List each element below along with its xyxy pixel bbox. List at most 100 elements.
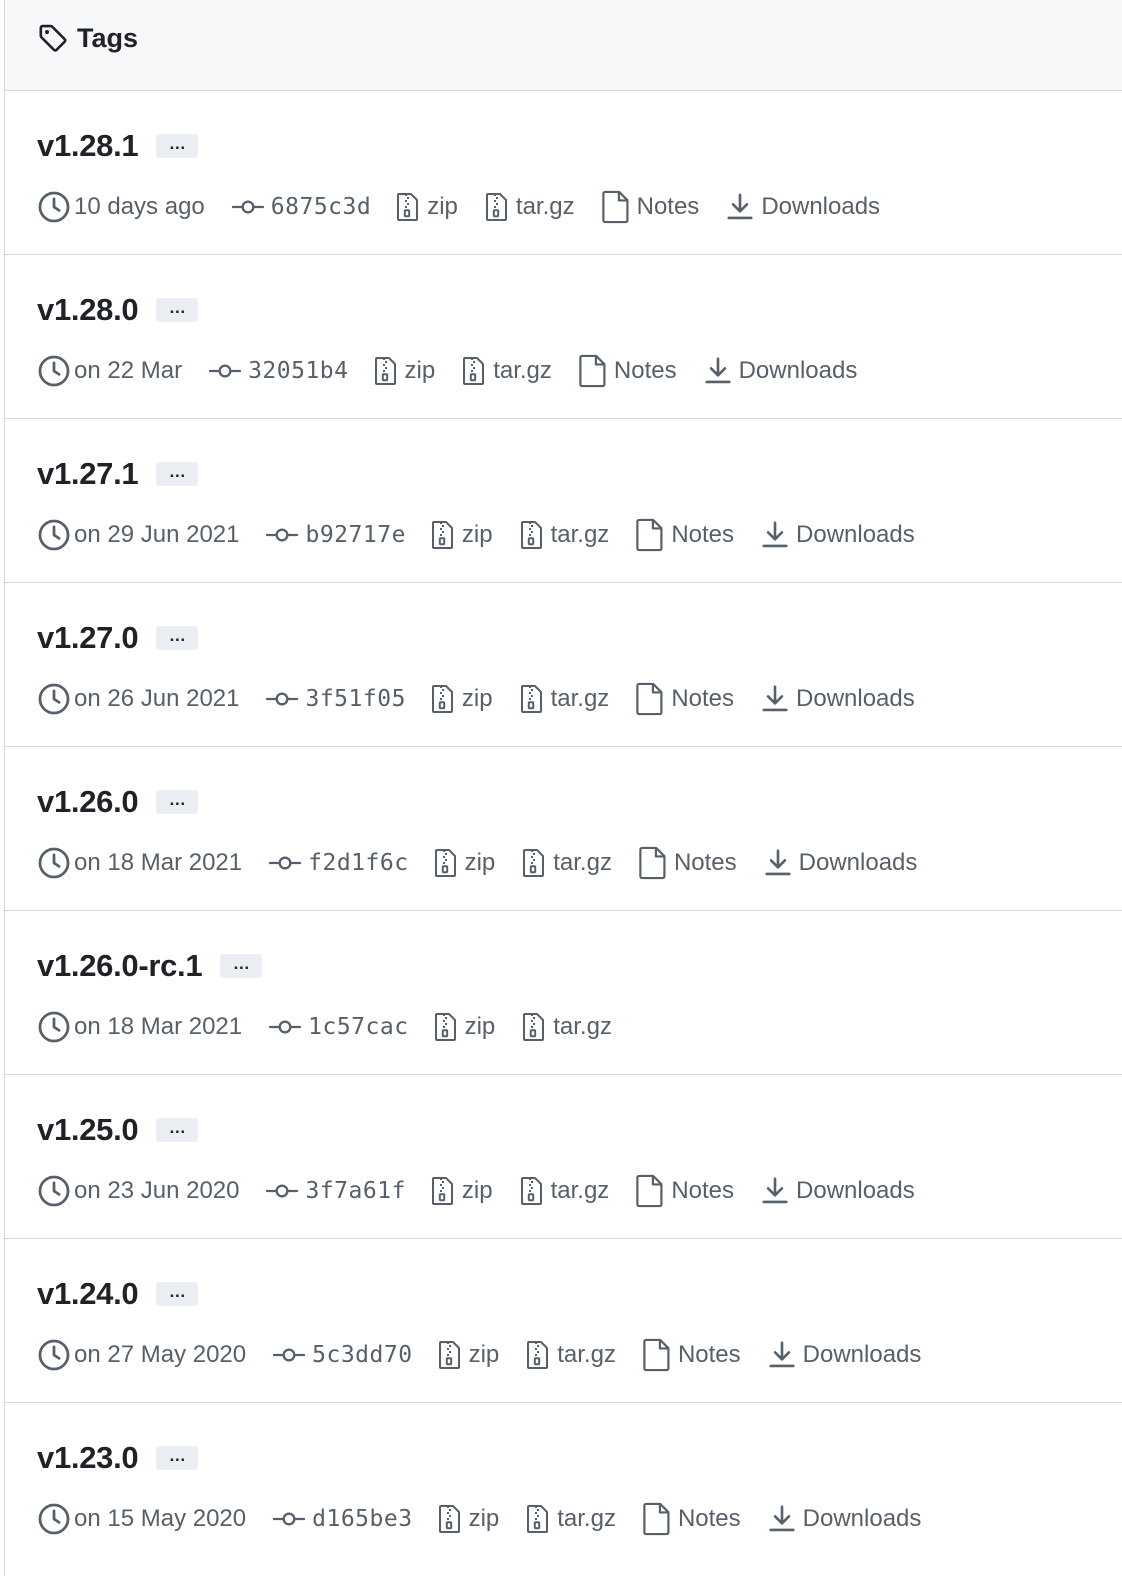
- zip-download-link[interactable]: zip: [395, 191, 458, 223]
- tag-message-toggle-button[interactable]: …: [156, 626, 199, 650]
- downloads-link[interactable]: Downloads: [760, 684, 915, 714]
- tag-name-link[interactable]: v1.28.1: [37, 128, 139, 164]
- clock-icon: [37, 1174, 71, 1208]
- targz-download-link[interactable]: tar.gz: [525, 1503, 616, 1535]
- file-zip-icon: [430, 1175, 456, 1207]
- tag-commit-link[interactable]: 3f51f05: [265, 686, 405, 712]
- tag-message-toggle-button[interactable]: …: [156, 134, 199, 158]
- tag-name-link[interactable]: v1.25.0: [37, 1112, 139, 1148]
- downloads-label: Downloads: [796, 521, 915, 548]
- tag-name-link[interactable]: v1.26.0-rc.1: [37, 948, 203, 984]
- targz-download-link[interactable]: tar.gz: [461, 355, 552, 387]
- tag-commit-link[interactable]: d165be3: [272, 1506, 412, 1532]
- git-commit-icon: [265, 1181, 299, 1201]
- file-zip-icon: [437, 1503, 463, 1535]
- file-icon: [635, 518, 665, 552]
- zip-download-link[interactable]: zip: [373, 355, 436, 387]
- targz-download-link[interactable]: tar.gz: [521, 1011, 612, 1043]
- tag-commit-link[interactable]: b92717e: [265, 522, 405, 548]
- downloads-link[interactable]: Downloads: [725, 192, 880, 222]
- git-commit-icon: [265, 689, 299, 709]
- zip-download-link[interactable]: zip: [437, 1503, 499, 1535]
- targz-label: tar.gz: [493, 357, 552, 384]
- tag-meta: on 27 May 2020 5c3dd70 zip tar.gz Notes …: [37, 1335, 947, 1375]
- tag-title-line: v1.24.0 …: [37, 1276, 199, 1312]
- downloads-link[interactable]: Downloads: [767, 1504, 921, 1534]
- notes-label: Notes: [677, 1505, 741, 1532]
- release-notes-link[interactable]: Notes: [642, 1502, 741, 1536]
- tag-title-line: v1.27.1 …: [37, 456, 199, 492]
- download-icon: [767, 1340, 797, 1370]
- tag-message-toggle-button[interactable]: …: [156, 1282, 199, 1306]
- tag-name-link[interactable]: v1.27.0: [37, 620, 139, 656]
- tag-meta: on 18 Mar 2021 f2d1f6c zip tar.gz Notes …: [37, 843, 943, 883]
- notes-label: Notes: [671, 521, 735, 548]
- release-notes-link[interactable]: Notes: [638, 846, 737, 880]
- zip-download-link[interactable]: zip: [433, 1011, 495, 1043]
- file-zip-icon: [521, 1011, 547, 1043]
- tag-commit-link[interactable]: 5c3dd70: [272, 1342, 412, 1368]
- zip-download-link[interactable]: zip: [433, 847, 495, 879]
- tag-name-link[interactable]: v1.28.0: [37, 292, 139, 328]
- tag-message-toggle-button[interactable]: …: [156, 298, 199, 322]
- commit-sha: f2d1f6c: [308, 850, 409, 876]
- targz-download-link[interactable]: tar.gz: [525, 1339, 616, 1371]
- tag-name-link[interactable]: v1.23.0: [37, 1440, 139, 1476]
- tag-date-label: on 15 May 2020: [74, 1505, 247, 1532]
- release-notes-link[interactable]: Notes: [578, 354, 677, 388]
- tag-name-link[interactable]: v1.27.1: [37, 456, 139, 492]
- downloads-label: Downloads: [738, 357, 858, 384]
- tag-date: on 29 Jun 2021: [37, 518, 239, 552]
- downloads-link[interactable]: Downloads: [760, 520, 915, 550]
- tag-message-toggle-button[interactable]: …: [220, 954, 263, 978]
- targz-download-link[interactable]: tar.gz: [519, 519, 609, 551]
- zip-download-link[interactable]: zip: [430, 683, 493, 715]
- release-notes-link[interactable]: Notes: [635, 1174, 734, 1208]
- targz-download-link[interactable]: tar.gz: [519, 1175, 609, 1207]
- zip-label: zip: [404, 357, 436, 384]
- tag-meta: on 26 Jun 2021 3f51f05 zip tar.gz Notes …: [37, 679, 941, 719]
- downloads-link[interactable]: Downloads: [763, 848, 918, 878]
- tag-message-toggle-button[interactable]: …: [156, 1446, 199, 1470]
- tag-message-toggle-button[interactable]: …: [156, 462, 199, 486]
- tag-row: v1.27.1 … on 29 Jun 2021 b92717e zip tar…: [5, 419, 1122, 583]
- downloads-link[interactable]: Downloads: [760, 1176, 915, 1206]
- git-commit-icon: [208, 361, 242, 381]
- file-icon: [578, 354, 608, 388]
- downloads-label: Downloads: [796, 685, 915, 712]
- release-notes-link[interactable]: Notes: [635, 518, 734, 552]
- tag-message-toggle-button[interactable]: …: [156, 790, 199, 814]
- git-commit-icon: [265, 525, 299, 545]
- tag-commit-link[interactable]: f2d1f6c: [268, 850, 408, 876]
- tag-message-toggle-button[interactable]: …: [156, 1118, 199, 1142]
- tag-date-label: on 22 Mar: [74, 357, 183, 384]
- release-notes-link[interactable]: Notes: [635, 682, 734, 716]
- tag-name-link[interactable]: v1.24.0: [37, 1276, 139, 1312]
- release-notes-link[interactable]: Notes: [601, 190, 699, 224]
- targz-download-link[interactable]: tar.gz: [521, 847, 612, 879]
- release-notes-link[interactable]: Notes: [642, 1338, 741, 1372]
- tag-name-link[interactable]: v1.26.0: [37, 784, 139, 820]
- tag-title-line: v1.26.0-rc.1 …: [37, 948, 263, 984]
- tag-commit-link[interactable]: 3f7a61f: [265, 1178, 405, 1204]
- zip-download-link[interactable]: zip: [437, 1339, 499, 1371]
- tag-commit-link[interactable]: 32051b4: [208, 358, 348, 384]
- commit-sha: d165be3: [312, 1506, 413, 1532]
- file-zip-icon: [433, 847, 459, 879]
- file-zip-icon: [433, 1011, 459, 1043]
- zip-label: zip: [461, 1177, 493, 1204]
- zip-download-link[interactable]: zip: [430, 519, 493, 551]
- downloads-link[interactable]: Downloads: [703, 356, 858, 386]
- targz-download-link[interactable]: tar.gz: [484, 191, 575, 223]
- download-icon: [760, 520, 790, 550]
- tag-row: v1.26.0 … on 18 Mar 2021 f2d1f6c zip tar…: [5, 747, 1122, 911]
- tag-commit-link[interactable]: 6875c3d: [231, 194, 371, 220]
- tag-commit-link[interactable]: 1c57cac: [268, 1014, 408, 1040]
- downloads-label: Downloads: [798, 849, 918, 876]
- tags-header: Tags: [5, 0, 1122, 91]
- file-icon: [638, 846, 668, 880]
- file-icon: [642, 1338, 672, 1372]
- zip-download-link[interactable]: zip: [430, 1175, 493, 1207]
- targz-download-link[interactable]: tar.gz: [519, 683, 609, 715]
- downloads-link[interactable]: Downloads: [767, 1340, 921, 1370]
